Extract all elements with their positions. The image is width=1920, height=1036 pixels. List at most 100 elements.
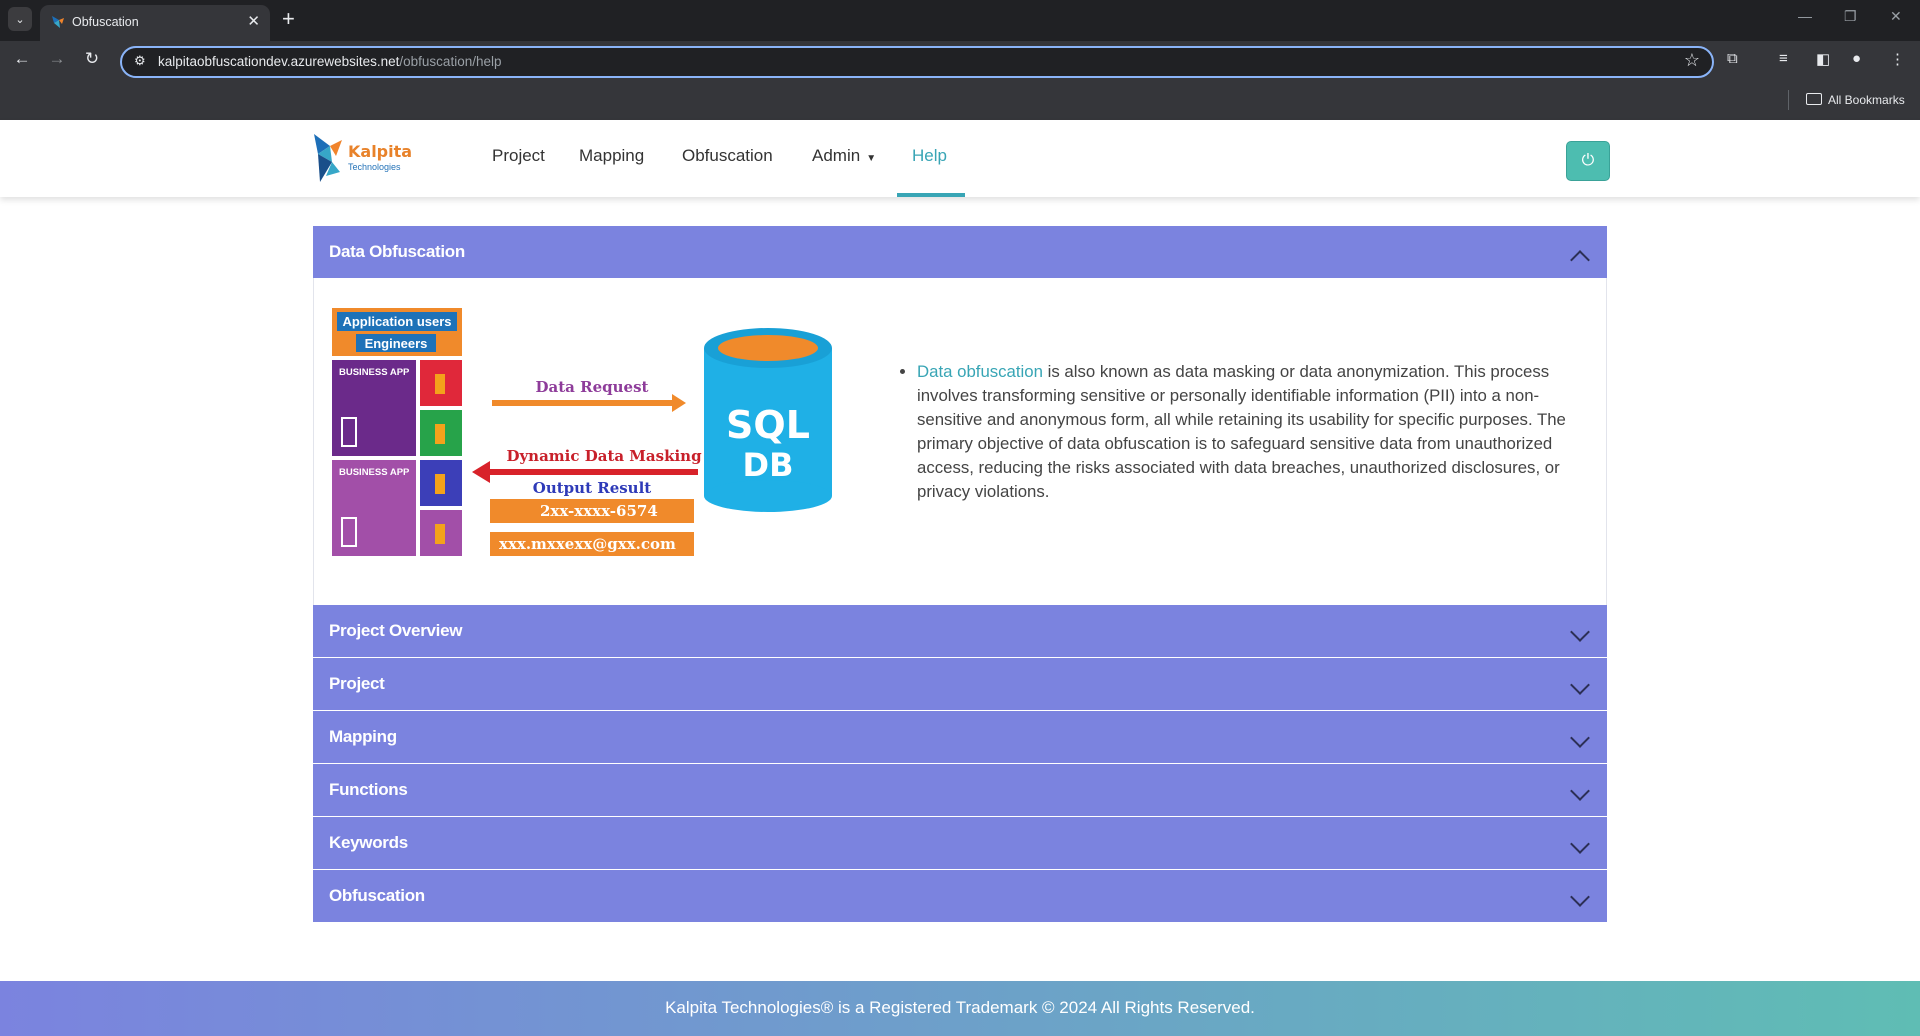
minimize-icon[interactable]: — xyxy=(1798,8,1812,24)
nav-project[interactable]: Project xyxy=(492,146,545,166)
nav-obfuscation[interactable]: Obfuscation xyxy=(682,146,773,166)
new-tab-button[interactable]: + xyxy=(282,6,295,32)
accordion-title: Keywords xyxy=(329,833,408,852)
accordion-header-functions[interactable]: Functions xyxy=(313,764,1607,816)
accordion-body-data-obfuscation: Application users Engineers BUSINESS APP… xyxy=(313,278,1607,606)
description-text: is also known as data masking or data an… xyxy=(917,362,1566,501)
forward-icon[interactable]: → xyxy=(45,49,69,69)
menu-kebab-icon[interactable]: ⋮ xyxy=(1890,50,1905,68)
all-bookmarks-button[interactable]: All Bookmarks xyxy=(1806,93,1905,107)
accordion-title: Obfuscation xyxy=(329,886,425,905)
profile-icon[interactable]: ● xyxy=(1852,50,1861,67)
footer-text: Kalpita Technologies® is a Registered Tr… xyxy=(665,998,1255,1017)
accordion-header-keywords[interactable]: Keywords xyxy=(313,817,1607,869)
accordion-title: Data Obfuscation xyxy=(329,242,465,261)
accordion-title: Project xyxy=(329,674,385,693)
folder-icon xyxy=(1806,93,1822,105)
kalpita-logo-mark-icon xyxy=(314,134,342,182)
chevron-down-icon xyxy=(1570,728,1590,748)
accordion-keywords: Keywords xyxy=(313,817,1607,869)
tile-icon xyxy=(435,374,445,394)
kalpita-favicon-icon xyxy=(52,16,64,28)
nav-mapping[interactable]: Mapping xyxy=(579,146,644,166)
db-label-db: DB xyxy=(743,446,794,484)
chevron-down-icon xyxy=(1570,675,1590,695)
output-label: Output Result xyxy=(533,479,652,497)
accordion-header-mapping[interactable]: Mapping xyxy=(313,711,1607,763)
brand-sub: Technologies xyxy=(348,162,401,172)
users-sub: Engineers xyxy=(365,336,428,351)
accordion-obfuscation: Obfuscation xyxy=(313,870,1607,922)
active-tab-indicator xyxy=(897,193,965,197)
brand-name: Kalpita xyxy=(348,142,413,161)
bookmark-star-icon[interactable]: ☆ xyxy=(1684,50,1700,71)
app-navbar: Kalpita Technologies Project Mapping Obf… xyxy=(0,120,1920,197)
accordion-header-project[interactable]: Project xyxy=(313,658,1607,710)
address-bar[interactable]: ⚙ kalpitaobfuscationdev.azurewebsites.ne… xyxy=(120,46,1714,78)
nav-admin[interactable]: Admin ▼ xyxy=(812,146,876,166)
accordion-header-obfuscation[interactable]: Obfuscation xyxy=(313,870,1607,922)
tile-icon xyxy=(435,474,445,494)
back-icon[interactable]: ← xyxy=(10,49,34,69)
request-arrowhead xyxy=(672,394,686,412)
chevron-up-icon xyxy=(1570,250,1590,270)
media-icon[interactable]: ≡ xyxy=(1779,50,1788,67)
business-app-label-top: BUSINESS APP xyxy=(339,367,410,378)
tile-icon xyxy=(435,524,445,544)
accordion-title: Mapping xyxy=(329,727,397,746)
nav-admin-label: Admin xyxy=(812,146,861,165)
masked-phone: 2xx-xxxx-6574 xyxy=(540,502,658,520)
bookmarks-divider xyxy=(1788,90,1789,110)
description-item: Data obfuscation is also known as data m… xyxy=(917,360,1587,504)
tab-title: Obfuscation xyxy=(72,15,139,29)
masked-email: xxx.mxxexx@gxx.com xyxy=(499,535,676,553)
browser-tab[interactable]: Obfuscation ✕ xyxy=(40,5,270,41)
url-path: /obfuscation/help xyxy=(399,54,502,69)
db-top-fill xyxy=(718,335,818,361)
accordion-header-project-overview[interactable]: Project Overview xyxy=(313,605,1607,657)
accordion-data-obfuscation: Data Obfuscation Application users Engin… xyxy=(313,226,1607,606)
all-bookmarks-label: All Bookmarks xyxy=(1828,93,1905,107)
nav-help[interactable]: Help xyxy=(912,146,947,166)
masking-arrow-shaft xyxy=(490,469,698,475)
request-arrow-shaft xyxy=(492,400,672,406)
chevron-down-icon xyxy=(1570,622,1590,642)
accordion-mapping: Mapping xyxy=(313,711,1607,763)
db-bottom xyxy=(704,480,832,512)
users-title: Application users xyxy=(342,314,451,329)
chevron-down-icon xyxy=(1570,887,1590,907)
site-info-icon[interactable]: ⚙ xyxy=(134,53,146,69)
masking-label: Dynamic Data Masking xyxy=(506,447,702,465)
extensions-icon[interactable]: ⧉ xyxy=(1727,50,1738,67)
restore-icon[interactable]: ❐ xyxy=(1844,8,1857,25)
accordion-header-data-obfuscation[interactable]: Data Obfuscation xyxy=(313,226,1607,278)
caret-down-icon: ▼ xyxy=(866,153,877,164)
page-footer: Kalpita Technologies® is a Registered Tr… xyxy=(0,981,1920,1036)
data-request-label: Data Request xyxy=(536,378,649,396)
masking-arrowhead xyxy=(472,461,490,483)
accordion-project-overview: Project Overview xyxy=(313,605,1607,657)
obfuscation-description: Data obfuscation is also known as data m… xyxy=(897,360,1587,504)
side-panel-icon[interactable]: ◧ xyxy=(1816,50,1830,68)
tab-search-button[interactable]: ⌄ xyxy=(8,7,32,31)
accordion-functions: Functions xyxy=(313,764,1607,816)
db-label-sql: SQL xyxy=(726,403,810,447)
accordion-title: Functions xyxy=(329,780,408,799)
data-obfuscation-link[interactable]: Data obfuscation xyxy=(917,362,1043,381)
kalpita-logo[interactable]: Kalpita Technologies xyxy=(312,132,422,184)
accordion-project: Project xyxy=(313,658,1607,710)
browser-tabstrip: ⌄ Obfuscation ✕ + — ❐ ✕ xyxy=(0,0,1920,41)
bookmarks-bar: All Bookmarks xyxy=(0,82,1920,120)
tab-close-icon[interactable]: ✕ xyxy=(247,12,260,30)
url-host: kalpitaobfuscationdev.azurewebsites.net xyxy=(158,54,400,69)
reload-icon[interactable]: ↻ xyxy=(80,49,104,69)
close-window-icon[interactable]: ✕ xyxy=(1890,8,1902,25)
browser-toolbar: ← → ↻ ⚙ kalpitaobfuscationdev.azurewebsi… xyxy=(0,41,1920,82)
power-icon: ⏻ xyxy=(1581,152,1595,169)
business-app-label-bottom: BUSINESS APP xyxy=(339,467,410,478)
accordion-title: Project Overview xyxy=(329,621,463,640)
data-masking-diagram: Application users Engineers BUSINESS APP… xyxy=(332,308,832,556)
logout-button[interactable]: ⏻ xyxy=(1566,141,1610,181)
chevron-down-icon xyxy=(1570,781,1590,801)
tile-icon xyxy=(435,424,445,444)
